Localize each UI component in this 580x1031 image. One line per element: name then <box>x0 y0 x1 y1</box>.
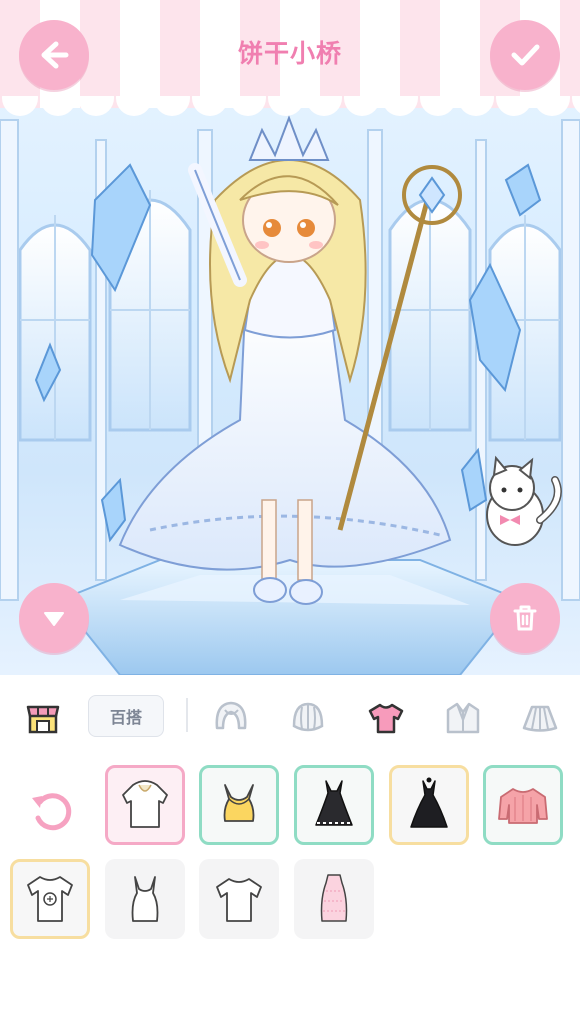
printed-tshirt-thumbnail <box>27 876 73 922</box>
bonnet-icon <box>292 702 324 732</box>
white-tank-top-thumbnail <box>131 876 159 922</box>
jacket-icon <box>446 702 480 734</box>
trash-icon <box>513 605 537 631</box>
pink-knit-sweater-thumbnail <box>498 788 548 824</box>
shop-button[interactable] <box>21 696 65 740</box>
item-black-tulle-dress[interactable] <box>389 765 469 845</box>
preview-scene: 饼干小桥 <box>0 0 580 675</box>
triangle-down-icon <box>44 612 64 626</box>
awning-scallops <box>2 96 580 116</box>
category-toolbar: 百搭 <box>0 680 580 750</box>
tab-jacket[interactable] <box>441 696 485 740</box>
item-yellow-camisole[interactable] <box>199 765 279 845</box>
pink-lace-top-thumbnail <box>320 874 348 922</box>
item-pink-knit-sweater[interactable] <box>483 765 563 845</box>
arrow-left-icon <box>41 41 69 69</box>
white-tshirt-thumbnail <box>216 878 262 922</box>
tab-hair[interactable] <box>209 696 253 740</box>
confirm-button[interactable] <box>490 20 560 90</box>
trash-button[interactable] <box>490 583 560 653</box>
tab-hat[interactable] <box>286 696 330 740</box>
check-icon <box>511 44 540 66</box>
tab-tops[interactable] <box>364 696 408 740</box>
toolbar-divider <box>186 698 188 732</box>
undo-icon <box>32 793 72 831</box>
item-printed-tshirt[interactable] <box>10 859 90 939</box>
collapse-panel-button[interactable] <box>19 583 89 653</box>
item-white-tshirt[interactable] <box>199 859 279 939</box>
skirt-icon <box>522 705 558 732</box>
black-lace-dress-thumbnail <box>315 780 353 826</box>
white-hooded-top-thumbnail <box>122 780 168 828</box>
shop-icon <box>26 705 60 734</box>
baida-button[interactable]: 百搭 <box>88 695 164 737</box>
tab-skirt[interactable] <box>518 696 562 740</box>
black-tulle-dress-thumbnail <box>410 777 448 828</box>
back-button[interactable] <box>19 20 89 90</box>
cat-icon <box>486 455 562 546</box>
tshirt-icon <box>368 703 404 734</box>
yellow-camisole-thumbnail <box>223 784 255 822</box>
hair-icon <box>215 701 247 730</box>
item-white-tank-top[interactable] <box>105 859 185 939</box>
item-pink-lace-top[interactable] <box>294 859 374 939</box>
reset-button[interactable] <box>24 782 80 838</box>
item-white-hooded-top[interactable] <box>105 765 185 845</box>
item-black-lace-dress[interactable] <box>294 765 374 845</box>
